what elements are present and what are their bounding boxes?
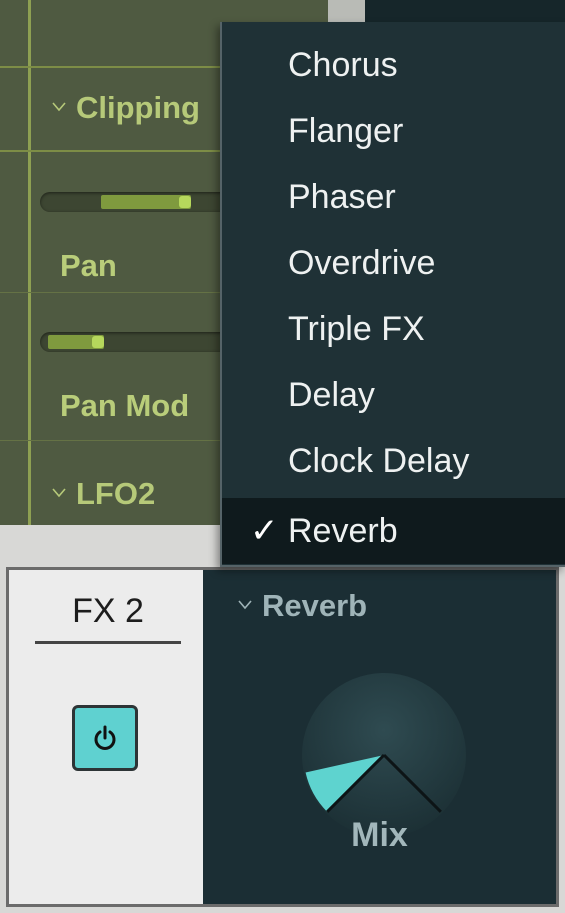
pan-slider[interactable]	[40, 192, 235, 212]
chevron-down-icon	[238, 600, 252, 610]
mix-knob[interactable]	[299, 670, 469, 840]
section-label: LFO2	[76, 476, 156, 511]
menu-item-label: Flanger	[288, 112, 404, 150]
param-label-pan: Pan	[60, 248, 117, 283]
power-icon	[94, 725, 116, 750]
knob-label-mix: Mix	[351, 816, 408, 854]
top-divider-dark	[365, 0, 565, 22]
menu-item-overdrive[interactable]: Overdrive	[222, 230, 565, 296]
pan-mod-slider[interactable]	[40, 332, 235, 352]
effect-type-label: Reverb	[262, 588, 368, 623]
menu-item-clock-delay[interactable]: Clock Delay	[222, 428, 565, 494]
panel-rule	[0, 440, 235, 441]
menu-item-label: Phaser	[288, 178, 396, 216]
chevron-down-icon	[52, 488, 66, 498]
pan-slider-fill	[101, 195, 192, 209]
checkmark-icon: ✓	[250, 512, 279, 550]
menu-item-flanger[interactable]: Flanger	[222, 98, 565, 164]
menu-item-label: Triple FX	[288, 310, 425, 348]
menu-item-label: Clock Delay	[288, 442, 470, 480]
param-label-pan-mod: Pan Mod	[60, 388, 190, 423]
chevron-down-icon	[52, 102, 66, 112]
fx-slot-title: FX 2	[35, 592, 181, 644]
panel-vertical-rule	[28, 0, 31, 525]
panel-rule	[0, 292, 235, 293]
section-header-lfo2[interactable]: LFO2	[52, 472, 155, 516]
pan-slider-thumb[interactable]	[179, 196, 192, 208]
fx-effect-area: Reverb Mix	[203, 570, 556, 904]
effect-type-menu: Chorus Flanger Phaser Overdrive Triple F…	[220, 22, 565, 567]
menu-item-label: Overdrive	[288, 244, 436, 282]
power-button[interactable]	[72, 705, 138, 771]
menu-item-phaser[interactable]: Phaser	[222, 164, 565, 230]
menu-item-reverb[interactable]: ✓ Reverb	[222, 498, 565, 564]
top-divider-light	[328, 0, 365, 22]
section-label: Clipping	[76, 90, 200, 125]
menu-item-label: Reverb	[288, 512, 398, 550]
menu-item-label: Chorus	[288, 46, 398, 84]
menu-item-triple-fx[interactable]: Triple FX	[222, 296, 565, 362]
effect-type-dropdown[interactable]: Reverb	[238, 588, 367, 624]
panel-rule	[0, 66, 235, 68]
panel-rule	[0, 150, 235, 152]
fx-slot-header: FX 2	[9, 570, 203, 904]
menu-item-chorus[interactable]: Chorus	[222, 32, 565, 98]
section-header-clipping[interactable]: Clipping	[52, 86, 200, 130]
fx-slot-panel: FX 2 Reverb Mix	[6, 567, 559, 907]
menu-item-label: Delay	[288, 376, 375, 414]
menu-item-delay[interactable]: Delay	[222, 362, 565, 428]
pan-mod-slider-thumb[interactable]	[91, 336, 104, 348]
